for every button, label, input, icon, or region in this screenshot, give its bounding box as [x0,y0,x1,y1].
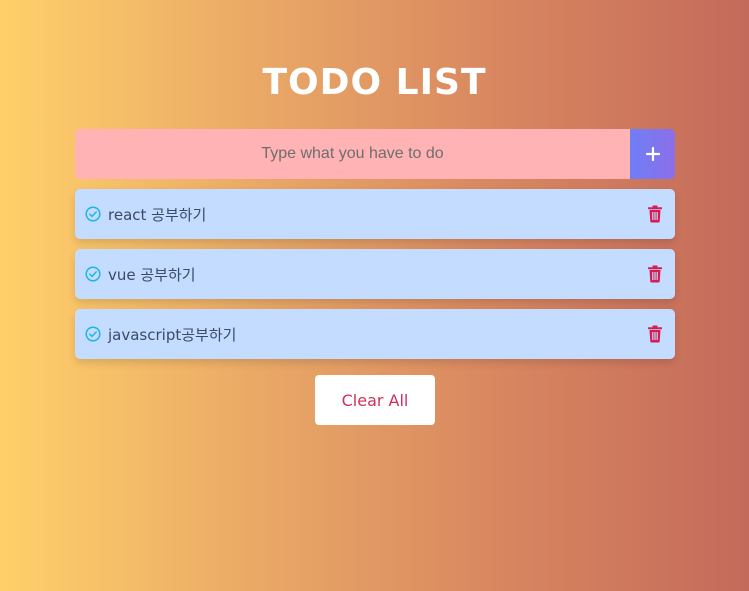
clear-all-button[interactable]: Clear All [315,375,435,425]
add-button[interactable] [630,129,675,179]
todo-input-row [75,129,675,179]
trash-icon[interactable] [647,325,663,343]
check-circle-icon[interactable] [85,206,101,222]
page-title: TODO LIST [262,62,487,103]
todo-item-text: vue 공부하기 [108,265,196,284]
todo-list: react 공부하기 vue 공부하기 javascript공부하기 [75,189,675,369]
todo-item: vue 공부하기 [75,249,675,299]
todo-item-text: react 공부하기 [108,205,207,224]
todo-item: react 공부하기 [75,189,675,239]
check-circle-icon[interactable] [85,326,101,342]
todo-item: javascript공부하기 [75,309,675,359]
todo-input[interactable] [75,129,630,179]
trash-icon[interactable] [647,265,663,283]
todo-item-text: javascript공부하기 [108,325,237,344]
trash-icon[interactable] [647,205,663,223]
plus-icon [645,146,660,162]
check-circle-icon[interactable] [85,266,101,282]
